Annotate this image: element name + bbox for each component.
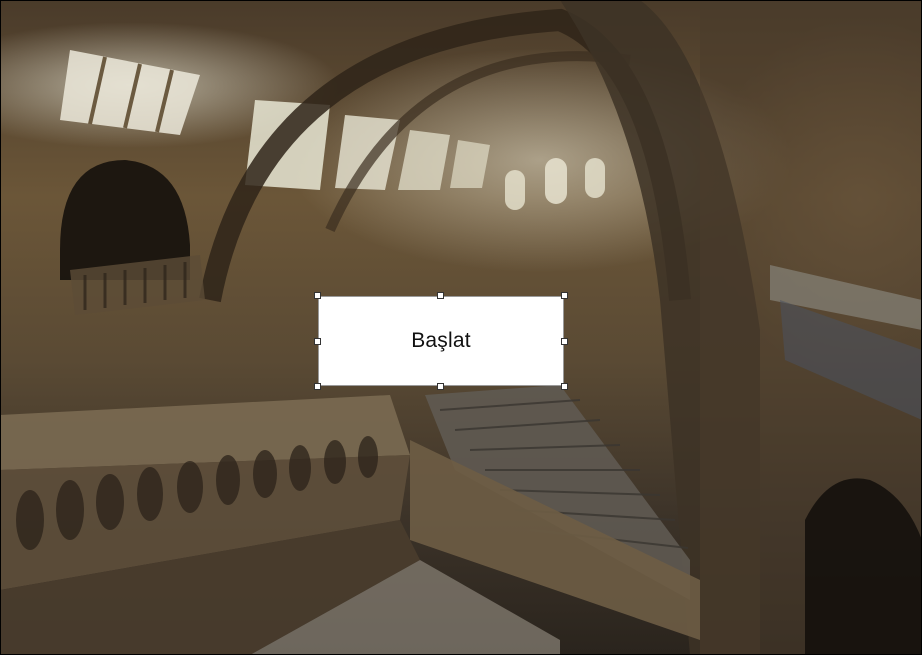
resize-handle-top-left[interactable] xyxy=(314,292,321,299)
resize-handle-right[interactable] xyxy=(561,338,568,345)
resize-handle-bottom-left[interactable] xyxy=(314,383,321,390)
textbox-label: Başlat xyxy=(411,329,471,352)
resize-handle-left[interactable] xyxy=(314,338,321,345)
resize-handle-top[interactable] xyxy=(437,292,444,299)
resize-handle-bottom-right[interactable] xyxy=(561,383,568,390)
start-textbox[interactable]: Başlat xyxy=(318,296,564,386)
resize-handle-top-right[interactable] xyxy=(561,292,568,299)
resize-handle-bottom[interactable] xyxy=(437,383,444,390)
slide-canvas: Başlat xyxy=(0,0,922,655)
